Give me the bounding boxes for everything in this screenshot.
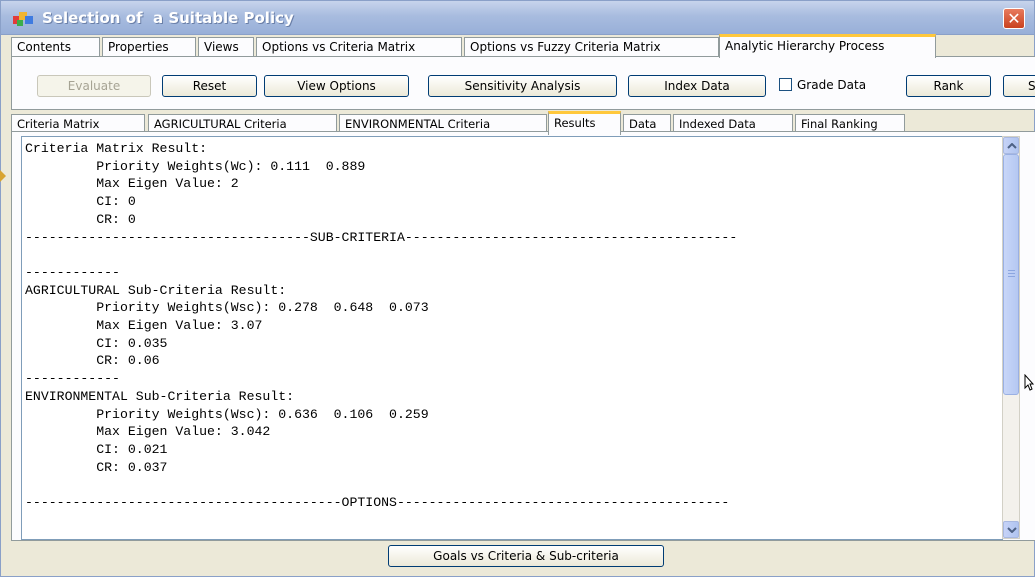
index-data-button[interactable]: Index Data xyxy=(628,75,766,97)
close-button[interactable]: ✕ xyxy=(1003,8,1025,29)
tab-analytic-hierarchy-process[interactable]: Analytic Hierarchy Process xyxy=(719,34,936,58)
scroll-thumb[interactable] xyxy=(1003,154,1019,395)
tab-properties[interactable]: Properties xyxy=(102,37,196,57)
grade-data-checkbox[interactable] xyxy=(779,78,792,91)
grade-data-label: Grade Data xyxy=(797,78,867,92)
results-text: Criteria Matrix Result: Priority Weights… xyxy=(25,141,738,511)
mouse-cursor-icon xyxy=(1024,374,1034,391)
overflow-button[interactable]: S xyxy=(1003,75,1035,97)
tab-views[interactable]: Views xyxy=(198,37,254,57)
title-bar[interactable]: Selection of a Suitable Policy ✕ xyxy=(1,1,1034,35)
vertical-scrollbar[interactable] xyxy=(1002,136,1020,539)
chevron-up-icon xyxy=(1007,143,1017,149)
scroll-down-button[interactable] xyxy=(1003,521,1019,538)
scroll-up-button[interactable] xyxy=(1003,137,1019,154)
tab-options-vs-criteria-matrix[interactable]: Options vs Criteria Matrix xyxy=(256,37,462,57)
reset-button[interactable]: Reset xyxy=(162,75,257,97)
background-window-edge-icon xyxy=(0,170,6,182)
chevron-down-icon xyxy=(1007,527,1017,533)
view-options-button[interactable]: View Options xyxy=(264,75,409,97)
tab-results[interactable]: Results xyxy=(548,111,621,135)
goals-vs-criteria-button[interactable]: Goals vs Criteria & Sub-criteria xyxy=(388,545,664,567)
sensitivity-analysis-button[interactable]: Sensitivity Analysis xyxy=(428,75,617,97)
evaluate-button[interactable]: Evaluate xyxy=(37,75,151,97)
tab-options-vs-fuzzy-criteria-matrix[interactable]: Options vs Fuzzy Criteria Matrix xyxy=(464,37,719,57)
results-text-area[interactable]: Criteria Matrix Result: Priority Weights… xyxy=(21,136,1003,540)
main-tab-bar: Contents Properties Views Options vs Cri… xyxy=(1,34,1034,58)
window-title: Selection of a Suitable Policy xyxy=(42,9,294,27)
close-icon: ✕ xyxy=(1007,9,1021,28)
rank-button[interactable]: Rank xyxy=(906,75,991,97)
tab-contents[interactable]: Contents xyxy=(11,37,100,57)
application-window: Selection of a Suitable Policy ✕ Content… xyxy=(0,0,1035,577)
app-icon xyxy=(13,10,35,26)
